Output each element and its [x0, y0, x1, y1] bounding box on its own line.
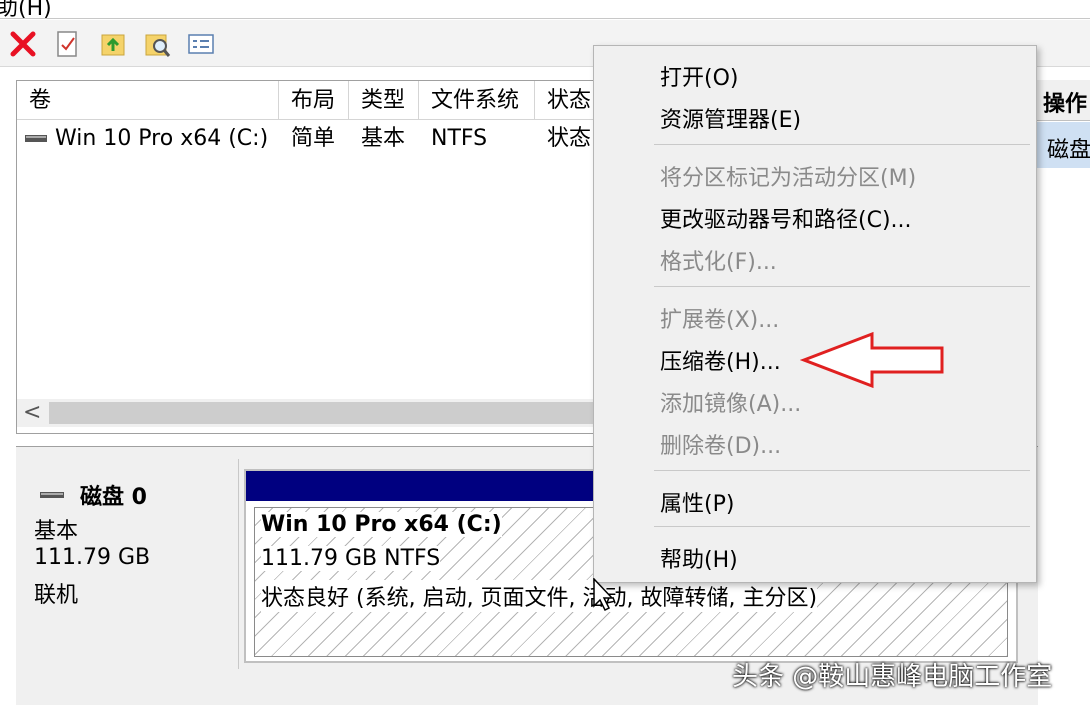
- mouse-cursor-icon: [593, 578, 613, 612]
- action-title-label: 操作: [1043, 92, 1088, 117]
- col-layout[interactable]: 布局: [279, 81, 349, 119]
- context-menu: 打开(O) 资源管理器(E) 将分区标记为活动分区(M) 更改驱动器号和路径(C…: [593, 45, 1037, 583]
- cell-status: 状态: [547, 126, 592, 151]
- action-pane-title: 操作: [1037, 80, 1090, 121]
- disk-state: 联机: [34, 583, 79, 608]
- menu-separator: [654, 526, 1030, 527]
- menu-separator: [654, 470, 1030, 471]
- menu-item-open[interactable]: 打开(O): [660, 60, 738, 92]
- action-item-disk[interactable]: 磁盘: [1037, 122, 1090, 168]
- delete-icon[interactable]: [8, 29, 38, 59]
- menu-item-add-mirror: 添加镜像(A)...: [660, 392, 802, 417]
- disk-name: 磁盘 0: [80, 485, 147, 510]
- menu-item-help[interactable]: 帮助(H): [660, 542, 738, 574]
- menu-item-delete-volume: 删除卷(D)...: [660, 434, 782, 459]
- menu-item-extend-volume: 扩展卷(X)...: [660, 308, 780, 333]
- disk-label[interactable]: 磁盘 0 基本 111.79 GB 联机: [18, 459, 239, 669]
- cell-type: 基本: [361, 126, 406, 151]
- menu-item-mark-active: 将分区标记为活动分区(M): [660, 166, 917, 191]
- menu-item-explorer[interactable]: 资源管理器(E): [660, 102, 801, 134]
- check-disk-icon[interactable]: [52, 29, 82, 59]
- action-pane: 操作 磁盘: [1036, 80, 1090, 440]
- properties-icon[interactable]: [186, 29, 216, 59]
- disk-icon: [40, 492, 64, 498]
- menu-item-format: 格式化(F)...: [660, 250, 777, 275]
- partition-size: 111.79 GB NTFS: [261, 546, 441, 571]
- upload-folder-icon[interactable]: [98, 29, 128, 59]
- col-volume[interactable]: 卷: [17, 81, 279, 119]
- partition-status: 状态良好 (系统, 启动, 页面文件, 活动, 故障转储, 主分区): [261, 580, 818, 612]
- col-filesystem[interactable]: 文件系统: [419, 81, 535, 119]
- menu-item-properties[interactable]: 属性(P): [660, 486, 734, 518]
- menu-item-change-drive-letter[interactable]: 更改驱动器号和路径(C)...: [660, 202, 912, 234]
- drive-icon: [25, 135, 47, 142]
- annotation-arrow-icon: [800, 331, 944, 389]
- menu-separator: [654, 286, 1030, 287]
- disk-kind: 基本: [34, 519, 79, 544]
- cell-filesystem: NTFS: [431, 126, 488, 151]
- cell-layout: 简单: [291, 126, 336, 151]
- partition-title: Win 10 Pro x64 (C:): [261, 512, 502, 537]
- scroll-thumb[interactable]: [49, 402, 609, 424]
- menu-bar: 助(H): [0, 0, 1090, 22]
- cell-volume: Win 10 Pro x64 (C:): [55, 126, 269, 151]
- disk-size: 111.79 GB: [34, 545, 151, 570]
- watermark: 头条 @鞍山惠峰电脑工作室: [732, 662, 1053, 692]
- search-folder-icon[interactable]: [142, 29, 172, 59]
- scroll-left-arrow[interactable]: <: [23, 399, 41, 427]
- menu-help-partial[interactable]: 助(H): [0, 0, 52, 22]
- col-type[interactable]: 类型: [349, 81, 419, 119]
- action-item-label: 磁盘: [1047, 138, 1090, 163]
- menu-separator: [654, 144, 1030, 145]
- menu-item-shrink-volume[interactable]: 压缩卷(H)...: [660, 344, 781, 376]
